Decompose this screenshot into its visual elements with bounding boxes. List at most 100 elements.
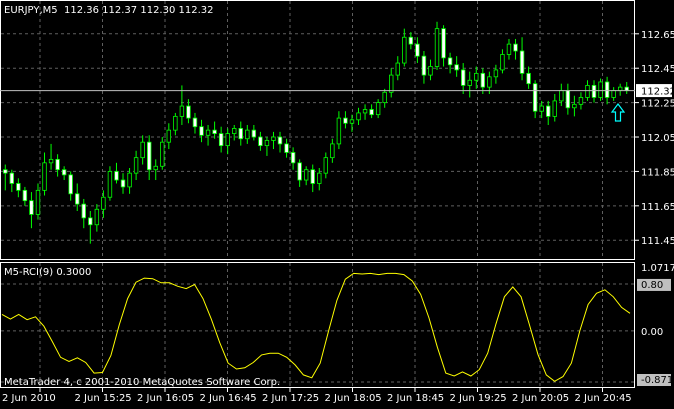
candle-body <box>565 90 571 109</box>
candle-body <box>559 90 564 102</box>
candle-body <box>447 57 453 66</box>
candle-body <box>336 117 342 145</box>
candle-body <box>415 43 420 57</box>
current-price-label: 112.32 <box>641 87 674 98</box>
candle-body <box>277 136 283 145</box>
candle <box>160 137 165 170</box>
candle-body <box>624 86 629 91</box>
price-tick-label: 111.85 <box>641 167 674 178</box>
candle-body <box>513 43 518 52</box>
price-tick-label: 111.45 <box>641 236 674 247</box>
candle-body <box>22 189 28 202</box>
ohlc-readout: 112.36 112.37 112.30 112.32 <box>64 5 214 16</box>
candle-body <box>120 179 126 188</box>
candle-body <box>532 83 538 112</box>
candle-body <box>101 196 106 210</box>
candle-body <box>192 117 198 128</box>
candle-body <box>81 203 86 219</box>
candle-body <box>42 162 47 191</box>
candle-body <box>369 109 374 116</box>
candle-body <box>153 165 158 171</box>
candle-body <box>146 141 152 171</box>
candle-body <box>94 208 100 226</box>
candle-body <box>434 28 440 67</box>
candle-body <box>349 119 355 124</box>
candle-body <box>617 86 623 91</box>
candle-body <box>460 69 466 86</box>
candle-body <box>88 217 93 226</box>
candle-body <box>75 193 80 205</box>
time-tick-label: 2 Jun 19:25 <box>450 393 507 404</box>
candle-body <box>441 28 446 59</box>
candle-body <box>186 105 191 119</box>
candle-body <box>591 85 597 98</box>
candle-body <box>539 105 544 112</box>
candle-body <box>271 136 276 141</box>
indicator-tick-label: 0.80 <box>641 280 663 291</box>
candle-body <box>330 143 335 159</box>
candle-body <box>179 105 185 117</box>
candle-body <box>474 72 479 81</box>
metatrader-chart-window[interactable]: 112.65 112.45 112.25 112.05 111.85 111.65 111.… <box>0 0 674 405</box>
time-tick-label: 2 Jun 20:45 <box>575 393 632 404</box>
candle-body <box>611 90 616 98</box>
candle-body <box>68 174 73 195</box>
candle-body <box>35 189 41 215</box>
time-tick-label: 2 Jun 18:45 <box>387 393 444 404</box>
candle-body <box>205 129 211 136</box>
candle-body <box>173 115 178 131</box>
time-tick-label: 2 Jun 15:25 <box>75 393 132 404</box>
price-tick-label: 111.65 <box>641 202 674 213</box>
candle-body <box>160 141 165 167</box>
candle-body <box>297 162 302 181</box>
candle-body <box>9 172 15 184</box>
candle-body <box>317 172 322 184</box>
indicator-tick-label: 0.00 <box>641 327 663 338</box>
candle-body <box>421 55 427 76</box>
candle-body <box>552 100 557 117</box>
candle-body <box>107 171 113 198</box>
candle-body <box>290 152 296 164</box>
candle-body <box>500 54 505 71</box>
time-tick-label: 2 Jun 16:05 <box>137 393 194 404</box>
candle-body <box>454 64 459 71</box>
candle-body <box>395 62 400 76</box>
candle-body <box>61 169 67 176</box>
time-tick-label: 2 Jun 18:05 <box>325 393 382 404</box>
candle-body <box>212 129 217 134</box>
candle-body <box>264 140 270 147</box>
candle-body <box>140 141 145 159</box>
candle-body <box>284 143 289 153</box>
candle-body <box>303 169 309 181</box>
symbol-title: EURJPY,M5 <box>4 5 58 16</box>
candle-body <box>480 72 486 88</box>
chart-canvas[interactable]: 112.65 112.45 112.25 112.05 111.85 111.65 111.… <box>0 0 674 405</box>
candle-body <box>218 133 224 147</box>
candle-body <box>16 183 21 191</box>
candle-body <box>408 36 414 45</box>
candle-body <box>578 97 584 105</box>
candle <box>434 21 440 70</box>
price-tick-label: 112.25 <box>641 99 674 110</box>
time-tick-label: 2 Jun 17:25 <box>262 393 319 404</box>
candle-body <box>127 172 132 188</box>
candle-body <box>526 72 531 85</box>
candle-body <box>382 91 387 104</box>
candle-body <box>362 109 368 114</box>
candle-body <box>251 129 257 138</box>
candle-body <box>114 171 119 181</box>
candle-body <box>166 129 172 143</box>
price-tick-label: 112.45 <box>641 64 674 75</box>
candle-body <box>343 117 348 124</box>
indicator-title: M5-RCI(9) 0.3000 <box>4 267 91 278</box>
candle-body <box>375 102 381 116</box>
indicator-tick-label: -0.8717 <box>641 375 674 386</box>
candle-body <box>585 85 590 98</box>
candle-body <box>133 157 139 174</box>
candle-body <box>506 43 512 55</box>
candle-body <box>402 36 407 64</box>
indicator-tick-label: 1.0717 <box>641 263 674 274</box>
candle-body <box>238 128 243 140</box>
candle-body <box>258 136 263 147</box>
candle-body <box>487 76 492 88</box>
